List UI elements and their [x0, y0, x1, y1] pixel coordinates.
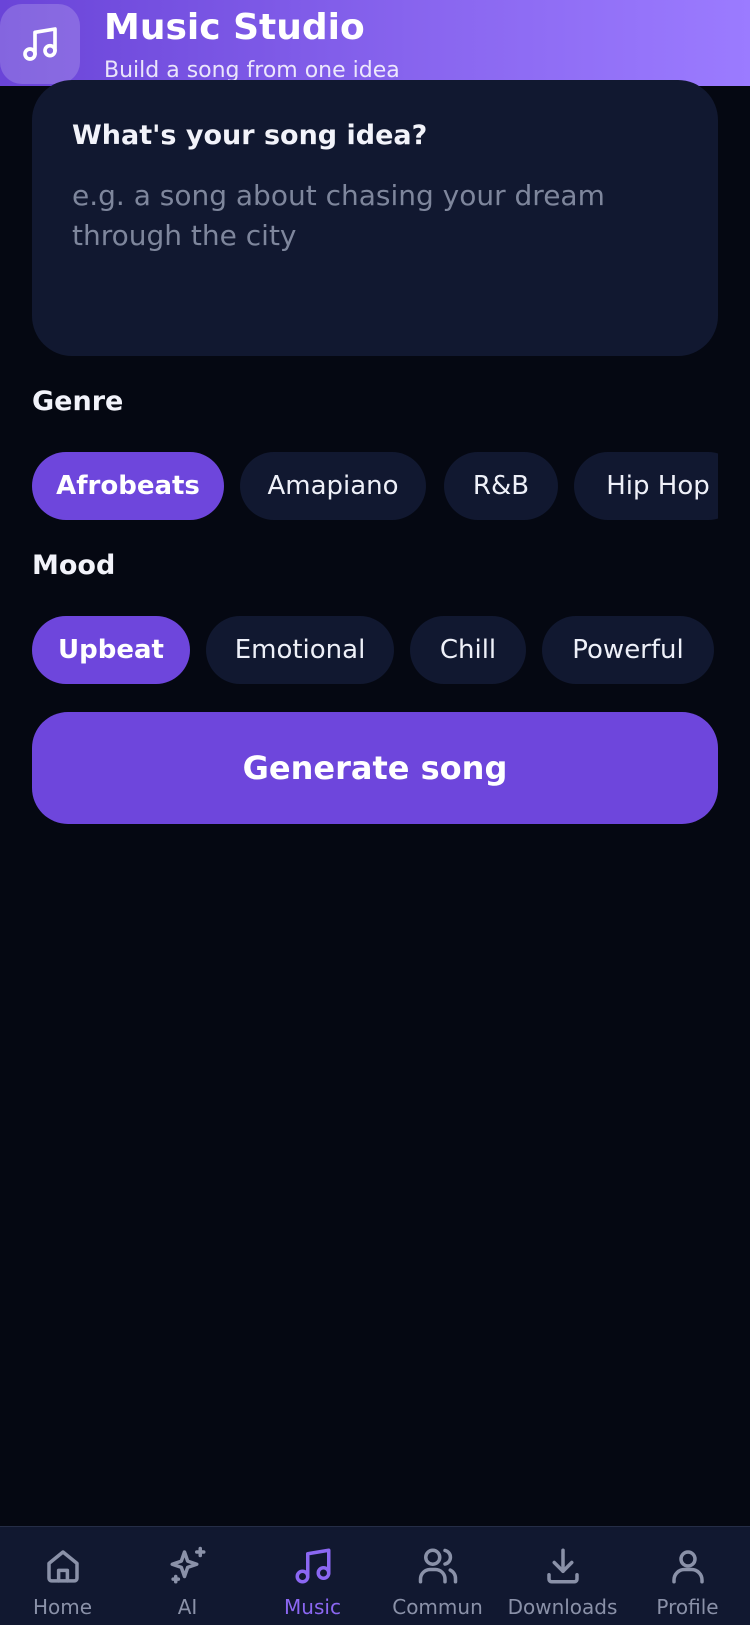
genre-chip-amapiano[interactable]: Amapiano — [240, 452, 426, 520]
mood-label: Mood — [32, 550, 116, 581]
music-note-icon — [0, 4, 80, 84]
genre-chip-rnb[interactable]: R&B — [444, 452, 558, 520]
nav-label-community: Commun — [392, 1595, 483, 1619]
genre-chip-hip-hop[interactable]: Hip Hop — [574, 452, 718, 520]
nav-item-ai[interactable]: AI — [125, 1527, 250, 1625]
mood-chip-chill[interactable]: Chill — [410, 616, 526, 684]
mood-chip-emotional[interactable]: Emotional — [206, 616, 394, 684]
nav-label-music: Music — [284, 1595, 341, 1619]
nav-label-downloads: Downloads — [507, 1595, 618, 1619]
users-icon — [418, 1548, 458, 1584]
mood-chip-upbeat[interactable]: Upbeat — [32, 616, 190, 684]
music-note-icon — [295, 1548, 331, 1584]
genre-chip-row: Afrobeats Amapiano R&B Hip Hop — [32, 452, 718, 520]
page-title: Music Studio — [104, 7, 365, 48]
nav-label-profile: Profile — [656, 1595, 719, 1619]
nav-item-profile[interactable]: Profile — [625, 1527, 750, 1625]
bottom-nav: Home AI Music Commun Downloads Profile — [0, 1526, 750, 1625]
app-header: Music Studio Build a song from one idea — [0, 0, 750, 86]
genre-label: Genre — [32, 386, 124, 417]
sparkles-icon — [170, 1546, 206, 1584]
nav-item-downloads[interactable]: Downloads — [500, 1527, 625, 1625]
nav-label-ai: AI — [177, 1595, 198, 1619]
generate-song-button[interactable]: Generate song — [32, 712, 718, 824]
genre-chip-afrobeats[interactable]: Afrobeats — [32, 452, 224, 520]
nav-item-home[interactable]: Home — [0, 1527, 125, 1625]
nav-label-home: Home — [32, 1595, 93, 1619]
nav-item-community[interactable]: Commun — [375, 1527, 500, 1625]
download-icon — [547, 1548, 579, 1584]
mood-chip-powerful[interactable]: Powerful — [542, 616, 714, 684]
song-idea-label: What's your song idea? — [72, 120, 428, 151]
song-idea-input[interactable] — [72, 176, 672, 296]
song-idea-card: What's your song idea? — [32, 80, 718, 356]
home-icon — [47, 1550, 79, 1583]
nav-item-music[interactable]: Music — [250, 1527, 375, 1625]
user-icon — [672, 1550, 704, 1584]
mood-chip-row: Upbeat Emotional Chill Powerful — [32, 616, 718, 684]
